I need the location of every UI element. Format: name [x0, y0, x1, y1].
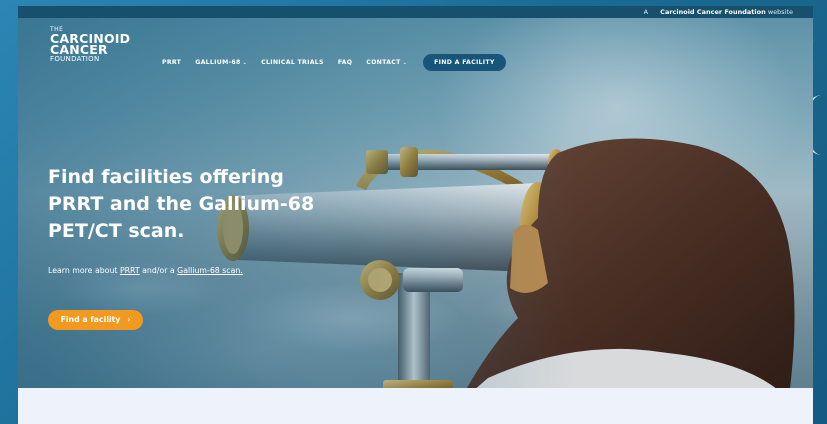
topbar-suffix: website	[767, 8, 793, 16]
nav-item-prrt[interactable]: PRRT	[162, 59, 181, 66]
chevron-down-icon: ⌄	[242, 60, 248, 66]
logo-line-foundation: FOUNDATION	[50, 55, 100, 63]
nav-item-gallium-68[interactable]: GALLIUM-68 ⌄	[195, 59, 247, 66]
hero-subtext: Learn more about PRRT and/or a Gallium-6…	[48, 266, 243, 275]
top-utility-bar: A Carcinoid Cancer Foundation website	[18, 6, 813, 18]
topbar-org-link[interactable]: Carcinoid Cancer Foundation	[660, 8, 766, 16]
nav-item-faq[interactable]: FAQ	[338, 59, 352, 66]
hero-bottom-wave	[18, 388, 813, 424]
find-a-facility-nav-button[interactable]: FIND A FACILITY	[423, 54, 506, 71]
nav-item-contact[interactable]: CONTACT ⌄	[366, 59, 407, 66]
site-logo[interactable]: THE CARCINOID CANCER FOUNDATION	[50, 26, 130, 64]
main-navigation: PRRT GALLIUM-68 ⌄ CLINICAL TRIALS FAQ CON…	[162, 54, 506, 71]
gallium-68-scan-link[interactable]: Gallium-68 scan.	[177, 266, 243, 275]
chevron-down-icon: ⌄	[402, 60, 408, 66]
find-a-facility-button[interactable]: Find a facility ›	[48, 310, 143, 330]
nav-item-clinical-trials[interactable]: CLINICAL TRIALS	[261, 59, 324, 66]
hero-headline: Find facilities offering PRRT and the Ga…	[48, 166, 315, 242]
prrt-link[interactable]: PRRT	[120, 266, 140, 275]
topbar-prefix: A	[643, 8, 649, 16]
chevron-right-icon: ›	[127, 315, 131, 324]
website-viewport: A Carcinoid Cancer Foundation website TH…	[18, 6, 813, 424]
